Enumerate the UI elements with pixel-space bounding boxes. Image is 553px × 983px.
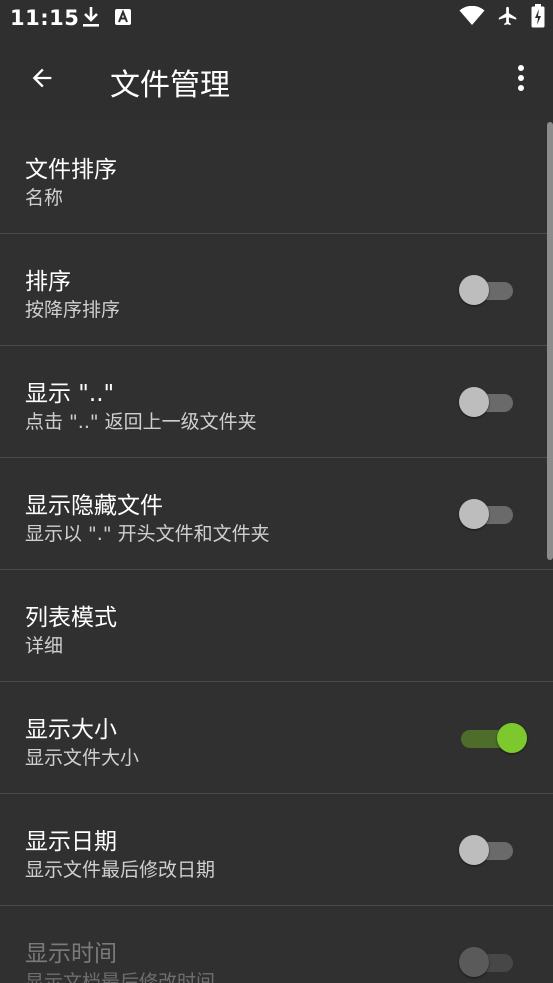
show-parent-toggle[interactable] bbox=[459, 387, 513, 417]
pref-summary: 点击 ".." 返回上一级文件夹 bbox=[25, 411, 257, 433]
pref-summary: 显示以 "." 开头文件和文件夹 bbox=[25, 523, 270, 545]
show-size-toggle[interactable] bbox=[461, 723, 527, 753]
pref-show-time: 显示时间 显示文档最后修改时间 bbox=[0, 906, 553, 983]
page-title: 文件管理 bbox=[110, 68, 230, 103]
pref-title: 列表模式 bbox=[25, 605, 117, 631]
scrollbar[interactable] bbox=[547, 122, 553, 560]
show-date-toggle[interactable] bbox=[459, 835, 513, 865]
wifi-icon bbox=[459, 5, 485, 30]
pref-show-parent[interactable]: 显示 ".." 点击 ".." 返回上一级文件夹 bbox=[0, 346, 553, 458]
battery-charging-icon bbox=[531, 4, 545, 32]
status-system-icons bbox=[459, 4, 545, 32]
airplane-mode-icon bbox=[497, 5, 519, 31]
overflow-menu-button[interactable] bbox=[509, 64, 533, 96]
back-button[interactable] bbox=[24, 62, 60, 98]
pref-title: 显示时间 bbox=[25, 941, 117, 967]
pref-title: 排序 bbox=[25, 269, 71, 295]
status-notifications bbox=[82, 6, 132, 32]
pref-title: 显示日期 bbox=[25, 829, 117, 855]
pref-title: 显示隐藏文件 bbox=[25, 493, 163, 519]
download-icon bbox=[82, 6, 100, 32]
pref-title: 显示 ".." bbox=[25, 381, 115, 407]
pref-summary: 按降序排序 bbox=[25, 299, 121, 321]
pref-list-mode[interactable]: 列表模式 详细 bbox=[0, 570, 553, 682]
pref-show-size[interactable]: 显示大小 显示文件大小 bbox=[0, 682, 553, 794]
status-bar: 11:15 bbox=[0, 0, 553, 38]
sort-descending-toggle[interactable] bbox=[459, 275, 513, 305]
pref-summary: 显示文件大小 bbox=[25, 747, 140, 769]
pref-title: 文件排序 bbox=[25, 157, 117, 183]
pref-title: 显示大小 bbox=[25, 717, 117, 743]
status-time: 11:15 bbox=[10, 6, 80, 30]
app-notification-icon bbox=[114, 8, 132, 30]
pref-summary: 显示文件最后修改日期 bbox=[25, 859, 216, 881]
pref-sort-order[interactable]: 排序 按降序排序 bbox=[0, 234, 553, 346]
pref-file-sort[interactable]: 文件排序 名称 bbox=[0, 122, 553, 234]
pref-summary: 详细 bbox=[25, 635, 64, 657]
arrow-back-icon bbox=[28, 64, 56, 96]
pref-show-date[interactable]: 显示日期 显示文件最后修改日期 bbox=[0, 794, 553, 906]
pref-summary: 名称 bbox=[25, 187, 64, 209]
pref-summary: 显示文档最后修改时间 bbox=[25, 971, 216, 983]
preference-list: 文件排序 名称 排序 按降序排序 显示 ".." 点击 ".." 返回上一级文件… bbox=[0, 122, 553, 983]
show-time-toggle bbox=[459, 947, 513, 977]
app-toolbar: 文件管理 bbox=[0, 38, 553, 122]
show-hidden-toggle[interactable] bbox=[459, 499, 513, 529]
more-vert-icon bbox=[517, 64, 525, 96]
pref-show-hidden[interactable]: 显示隐藏文件 显示以 "." 开头文件和文件夹 bbox=[0, 458, 553, 570]
